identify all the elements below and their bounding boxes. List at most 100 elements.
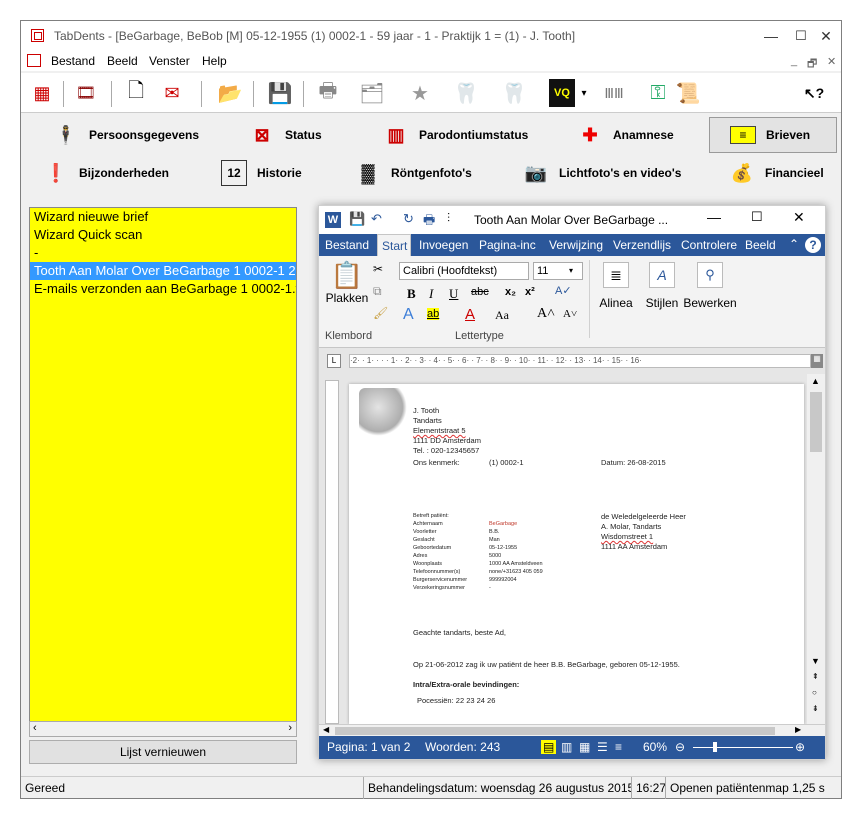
list-item[interactable]: Wizard Quick scan (30, 226, 296, 244)
change-case-icon[interactable]: Aa (495, 308, 509, 323)
keys-icon[interactable]: ⚿ (643, 79, 673, 107)
edit-button[interactable]: ⚲ Bewerken (683, 262, 737, 310)
bold-button[interactable]: B (407, 286, 416, 302)
full-screen-icon[interactable]: ▥ (561, 740, 572, 754)
tab-status[interactable]: ⊠ Status (249, 117, 369, 153)
redo-icon[interactable]: ↻ (403, 211, 414, 227)
vq-icon[interactable]: VQ (549, 79, 575, 107)
format-painter-icon[interactable]: 🖌 (373, 306, 388, 320)
document-horizontal-scrollbar[interactable]: ◀ ▶ (319, 724, 825, 736)
horizontal-scroll-thumb[interactable] (335, 727, 775, 735)
tooth-pink-icon[interactable]: 🦷 (499, 79, 529, 107)
tab-historie[interactable]: 12 Historie (221, 155, 351, 191)
menu-help[interactable]: Help (202, 54, 227, 68)
chevron-down-icon[interactable]: ▾ (569, 266, 573, 275)
zoom-level[interactable]: 60% (643, 740, 667, 754)
styles-button[interactable]: A Stijlen (641, 262, 683, 310)
italic-button[interactable]: I (429, 286, 433, 302)
status-words[interactable]: Woorden: 243 (425, 740, 500, 754)
zoom-slider[interactable] (693, 747, 793, 748)
document-page[interactable]: J. Tooth Tandarts Elementstraat 5 1111 D… (349, 384, 804, 724)
outline-icon[interactable]: ☰ (597, 740, 608, 754)
clear-format-icon[interactable]: A✓ (555, 284, 572, 297)
font-size-select[interactable]: 11 (533, 262, 583, 280)
film-icon[interactable]: 🎞 (71, 79, 101, 107)
mail-stack-icon[interactable]: ✉ (157, 79, 187, 107)
list-item[interactable]: E-mails verzonden aan BeGarbage 1 0002-1… (30, 280, 296, 298)
strikethrough-button[interactable]: abc (471, 286, 489, 298)
save-icon[interactable]: 💾 (265, 79, 295, 107)
tab-brieven[interactable]: ≡ Brieven (709, 117, 837, 153)
ribbon-tab-invoegen[interactable]: Invoegen (415, 234, 471, 256)
ribbon-tab-beeld[interactable]: Beeld (741, 234, 779, 256)
word-minimize-button[interactable]: — (707, 209, 721, 225)
underline-button[interactable]: U (449, 286, 458, 302)
chart-grid-icon[interactable]: ▦ (27, 79, 57, 107)
vertical-ruler[interactable] (325, 380, 339, 724)
font-name-select[interactable]: Calibri (Hoofdtekst) (399, 262, 529, 280)
ribbon-tab-verwijzing[interactable]: Verwijzing (545, 234, 607, 256)
ribbon-tab-verzendlijs[interactable]: Verzendlijs (609, 234, 675, 256)
ribbon-tab-bestand[interactable]: Bestand (321, 234, 373, 256)
print-icon[interactable]: 🖶 (313, 79, 343, 107)
collapse-ribbon-icon[interactable]: ⌃ (789, 237, 799, 251)
list-item[interactable]: Wizard nieuwe brief (30, 208, 296, 226)
view-ruler-icon[interactable]: ▦ (811, 354, 823, 368)
paragraph-group-button[interactable]: ≣ Alinea (593, 262, 639, 310)
zoom-slider-thumb[interactable] (713, 742, 717, 752)
tab-selector-icon[interactable]: L (327, 354, 341, 368)
menu-beeld[interactable]: Beeld (107, 54, 138, 68)
scroll-left-icon[interactable]: ‹ (33, 722, 37, 734)
undo-icon[interactable]: ↶ (371, 211, 382, 227)
refresh-list-button[interactable]: Lijst vernieuwen (29, 740, 297, 764)
tab-anamnese[interactable]: ✚ Anamnese (577, 117, 717, 153)
open-folder-icon[interactable]: 📂 (215, 79, 245, 107)
close-button[interactable]: ✕ (811, 25, 841, 47)
mdi-minimize-button[interactable]: _ (791, 55, 797, 67)
qat-more-icon[interactable]: ⫶ (447, 211, 450, 226)
mdi-restore-button[interactable]: 🗗 (807, 55, 817, 74)
tab-rontgenfotos[interactable]: ▓ Röntgenfoto's (355, 155, 515, 191)
help-pointer-icon[interactable]: ↖? (799, 79, 829, 107)
tab-lichtfotos[interactable]: 📷 Lichtfoto's en video's (523, 155, 713, 191)
menu-bestand[interactable]: Bestand (51, 54, 95, 68)
document-vertical-scrollbar[interactable]: ▲ ▼ ⇞ ○ ⇟ (807, 374, 825, 724)
list-horizontal-scrollbar[interactable]: ‹ › (29, 721, 297, 737)
grow-font-icon[interactable]: A˄ (537, 306, 555, 322)
previous-page-icon[interactable]: ⇞ (812, 672, 819, 681)
scroll-right-icon[interactable]: ▶ (795, 725, 801, 734)
zoom-out-icon[interactable]: ⊖ (675, 740, 685, 754)
ribbon-tab-controlere[interactable]: Controlere (677, 234, 737, 256)
copy-icon[interactable]: ⧉ (373, 284, 382, 299)
scroll-up-icon[interactable]: ▲ (811, 376, 820, 386)
text-effects-icon[interactable]: A (403, 306, 414, 324)
zoom-in-icon[interactable]: ⊕ (795, 740, 805, 754)
teeth-row-icon[interactable]: ⅢⅢ (599, 79, 629, 107)
scroll-down-icon[interactable]: ▼ (811, 656, 820, 666)
tab-financieel[interactable]: 💰 Financieel (729, 155, 839, 191)
cut-icon[interactable]: ✂ (373, 262, 383, 276)
mdi-close-button[interactable]: ✕ (827, 55, 836, 68)
scroll-thumb[interactable] (810, 392, 822, 452)
status-page[interactable]: Pagina: 1 van 2 (327, 740, 410, 754)
chevron-down-icon[interactable]: ▾ (577, 79, 591, 107)
web-layout-icon[interactable]: ▦ (579, 740, 590, 754)
menu-venster[interactable]: Venster (149, 54, 190, 68)
card-icon[interactable]: 🗂 (357, 79, 387, 107)
word-maximize-button[interactable]: ☐ (751, 209, 763, 225)
paste-button[interactable]: 📋 Plakken (325, 260, 369, 326)
tab-persoonsgegevens[interactable]: 🕴 Persoonsgegevens (53, 117, 231, 153)
highlight-icon[interactable]: ab (427, 308, 440, 320)
shrink-font-icon[interactable]: A˅ (563, 308, 577, 320)
horizontal-ruler[interactable]: ·2· · 1· · · · 1· · 2· · 3· · 4· · 5· · … (349, 354, 811, 368)
star-icon[interactable]: ★ (405, 79, 435, 107)
draft-icon[interactable]: ≡ (615, 740, 622, 754)
new-document-icon[interactable]: 🗋 (121, 79, 151, 107)
tab-bijzonderheden[interactable]: ❗ Bijzonderheden (43, 155, 223, 191)
word-close-button[interactable]: ✕ (793, 209, 805, 226)
tab-parodontiumstatus[interactable]: ▥ Parodontiumstatus (383, 117, 563, 153)
scroll-icon[interactable]: 📜 (673, 79, 703, 107)
quick-print-icon[interactable]: 🖶 (423, 211, 435, 233)
subscript-button[interactable]: x₂ (505, 286, 516, 298)
save-icon[interactable]: 💾 (349, 211, 365, 227)
